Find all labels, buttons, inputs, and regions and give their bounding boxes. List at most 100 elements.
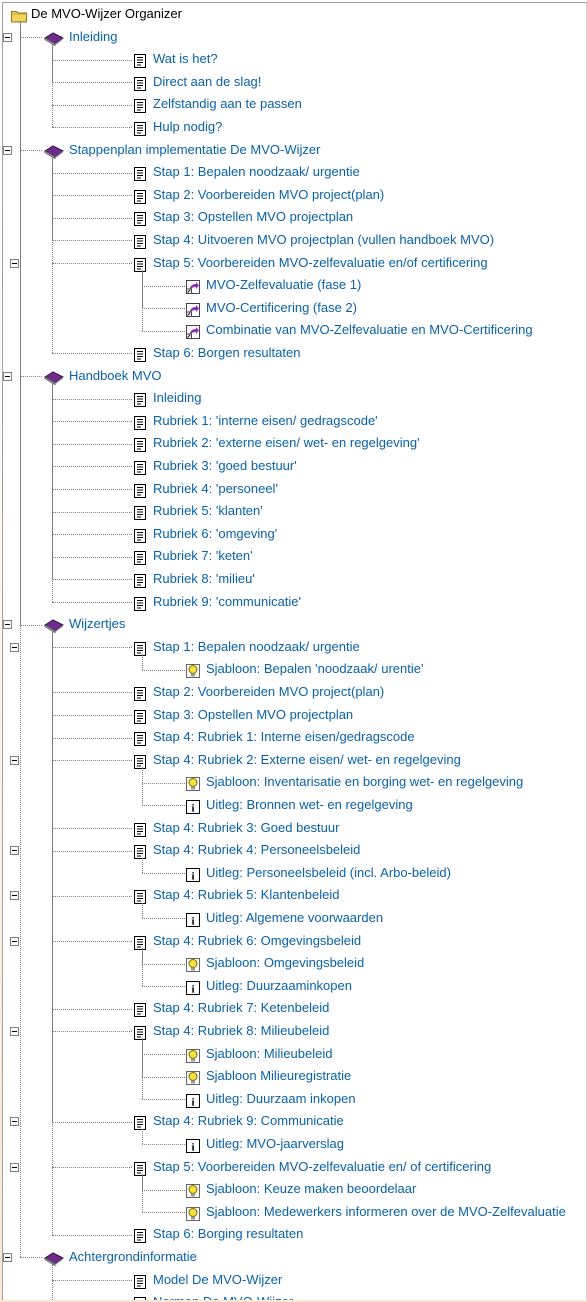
tree-node-doc[interactable]: Stap 4: Rubriek 5: Klantenbeleid [3,884,587,907]
tree-node-doc[interactable]: Zelfstandig aan te passen [3,93,587,116]
collapse-toggle[interactable] [3,32,12,42]
svg-text:i: i [191,1142,194,1154]
tree-node-doc[interactable]: Stap 2: Voorbereiden MVO project(plan) [3,681,587,704]
doc-icon [133,347,147,362]
tree-node-doc[interactable]: Rubriek 1: 'interne eisen/ gedragscode' [3,410,587,433]
tree-node-doc[interactable]: Stap 6: Borging resultaten [3,1223,587,1246]
tree-node-book[interactable]: Wijzertjes [3,613,587,636]
tree-node-shortcut[interactable]: MVO-Zelfevaluatie (fase 1) [3,274,587,297]
collapse-toggle[interactable] [3,145,12,155]
collapse-toggle[interactable] [10,258,19,268]
tree-node-doc[interactable]: Stap 4: Rubriek 7: Ketenbeleid [3,997,587,1020]
tree-node-doc[interactable]: Rubriek 2: 'externe eisen/ wet- en regel… [3,432,587,455]
collapse-toggle[interactable] [3,371,12,381]
tree-node-doc[interactable]: Rubriek 6: 'omgeving' [3,523,587,546]
tree-node-doc[interactable]: Rubriek 8: 'milieu' [3,568,587,591]
collapse-toggle[interactable] [10,1162,19,1172]
tree-node-label: Stap 4: Rubriek 1: Interne eisen/gedrags… [153,729,415,745]
tree-node-doc[interactable]: Stap 4: Rubriek 4: Personeelsbeleid [3,839,587,862]
tree-node-info[interactable]: i Uitleg: Algemene voorwaarden [3,907,587,930]
tree-node-doc[interactable]: Wat is het? [3,48,587,71]
doc-icon [133,53,147,69]
tree-node-doc[interactable]: Rubriek 5: 'klanten' [3,500,587,523]
tree-node-label: Stap 2: Voorbereiden MVO project(plan) [153,186,385,202]
tree-node-doc[interactable]: Stap 4: Rubriek 1: Interne eisen/gedrags… [3,726,587,749]
collapse-toggle[interactable] [3,1253,12,1262]
tree-node-label: Uitleg: Bronnen wet- en regelgeving [206,797,413,812]
bulb-icon [186,663,200,679]
tree-node-info[interactable]: i Uitleg: Duurzaaminkopen [3,975,587,998]
tree-node-doc[interactable]: Stap 6: Borgen resultaten [3,342,587,365]
tree-node-doc[interactable]: Model De MVO-Wijzer [3,1269,587,1292]
collapse-toggle[interactable] [3,620,12,630]
tree-node-label: Stap 4: Rubriek 7: Ketenbeleid [153,1000,330,1016]
tree-node-doc[interactable]: Stap 3: Opstellen MVO projectplan [3,206,587,229]
collapse-toggle[interactable] [10,846,19,856]
doc-icon [133,121,147,136]
tree-node-info[interactable]: i Uitleg: MVO-jaarverslag [3,1133,587,1156]
tree-node-label: Zelfstandig aan te passen [153,96,302,112]
tree-node-doc[interactable]: Stap 2: Voorbereiden MVO project(plan) [3,184,587,207]
doc-icon [133,889,147,905]
tree-node-doc[interactable]: Stap 4: Rubriek 9: Communicatie [3,1110,587,1133]
tree-node-doc[interactable]: Stap 4: Rubriek 8: Milieubeleid [3,1020,587,1043]
doc-icon [133,550,147,566]
tree-node-shortcut[interactable]: Combinatie van MVO-Zelfevaluatie en MVO-… [3,319,587,342]
tree-node-label: Rubriek 1: 'interne eisen/ gedragscode' [153,412,378,428]
tree-node-info[interactable]: i Uitleg: Duurzaam inkopen [3,1088,587,1111]
collapse-toggle[interactable] [10,642,19,652]
tree-node-book[interactable]: Handboek MVO [3,365,587,388]
tree-node-label: Sjabloon Milieuregistratie [206,1068,352,1084]
tree-node-book[interactable]: Stappenplan implementatie De MVO-Wijzer [3,139,587,162]
tree-node-bulb[interactable]: Sjabloon Milieuregistratie [3,1065,587,1088]
collapse-toggle[interactable] [10,891,19,901]
tree-node-bulb[interactable]: Sjabloon: Bepalen 'noodzaak/ urentie' [3,658,587,681]
tree-node-book[interactable]: Achtergrondinformatie [3,1246,587,1269]
tree-node-doc[interactable]: Stap 4: Rubriek 6: Omgevingsbeleid [3,930,587,953]
collapse-toggle[interactable] [10,936,19,946]
info-icon: i [186,867,200,882]
tree-node-label: Sjabloon: Inventarisatie en borging wet-… [206,774,524,790]
tree-node-doc[interactable]: Stap 4: Rubriek 3: Goed bestuur [3,817,587,840]
tree-node-doc[interactable]: Stap 1: Bepalen noodzaak/ urgentie [3,636,587,659]
tree-node-bulb[interactable]: Sjabloon: Medewerkers informeren over de… [3,1201,587,1224]
tree-node-bulb[interactable]: Sjabloon: Keuze maken beoordelaar [3,1178,587,1201]
tree-node-doc[interactable]: Stap 5: Voorbereiden MVO-zelfevaluatie e… [3,252,587,275]
tree-node-doc[interactable]: Stap 1: Bepalen noodzaak/ urgentie [3,161,587,184]
tree-node-shortcut[interactable]: MVO-Certificering (fase 2) [3,297,587,320]
info-icon: i [186,980,200,995]
tree-connector-line [52,631,53,1235]
info-icon: i [186,799,200,815]
tree-node-doc[interactable]: Rubriek 4: 'personeel' [3,478,587,501]
tree-node-doc[interactable]: Hulp nodig? [3,116,587,139]
tree-node-doc[interactable]: Stap 4: Rubriek 2: Externe eisen/ wet- e… [3,749,587,772]
shortcut-icon [186,302,200,317]
tree-node-bulb[interactable]: Sjabloon: Inventarisatie en borging wet-… [3,771,587,794]
tree-node-info[interactable]: i Uitleg: Bronnen wet- en regelgeving [3,794,587,817]
tree-node-doc[interactable]: Stap 4: Uitvoeren MVO projectplan (vulle… [3,229,587,252]
tree-node-label: Wijzertjes [69,616,126,632]
tree-node-doc[interactable]: Stap 5: Voorbereiden MVO-zelfevaluatie e… [3,1156,587,1179]
tree-node-doc[interactable]: Rubriek 3: 'goed bestuur' [3,455,587,478]
tree-node-doc[interactable]: Normen De MVO-Wijzer [3,1291,587,1300]
tree-node-label: Stap 4: Rubriek 9: Communicatie [153,1113,344,1129]
info-icon: i [186,1138,200,1154]
collapse-toggle[interactable] [10,1117,19,1127]
collapse-toggle[interactable] [10,1027,19,1036]
tree-node-folder[interactable]: De MVO-Wijzer Organizer [3,3,587,26]
organizer-tree-view[interactable]: De MVO-Wijzer Organizer Inleiding Wat is h… [2,2,587,1300]
tree-node-doc[interactable]: Inleiding [3,387,587,410]
tree-node-doc[interactable]: Rubriek 7: 'keten' [3,545,587,568]
folder-icon [11,8,27,23]
doc-icon [133,234,147,249]
doc-icon [133,754,147,769]
collapse-toggle[interactable] [10,755,19,765]
tree-node-doc[interactable]: Rubriek 9: 'communicatie' [3,591,587,614]
tree-node-label: Rubriek 5: 'klanten' [153,503,263,519]
tree-node-doc[interactable]: Direct aan de slag! [3,71,587,94]
tree-node-info[interactable]: i Uitleg: Personeelsbeleid (incl. Arbo-be… [3,862,587,885]
tree-node-doc[interactable]: Stap 3: Opstellen MVO projectplan [3,704,587,727]
tree-node-bulb[interactable]: Sjabloon: Milieubeleid [3,1043,587,1066]
tree-node-bulb[interactable]: Sjabloon: Omgevingsbeleid [3,952,587,975]
tree-node-book[interactable]: Inleiding [3,26,587,49]
